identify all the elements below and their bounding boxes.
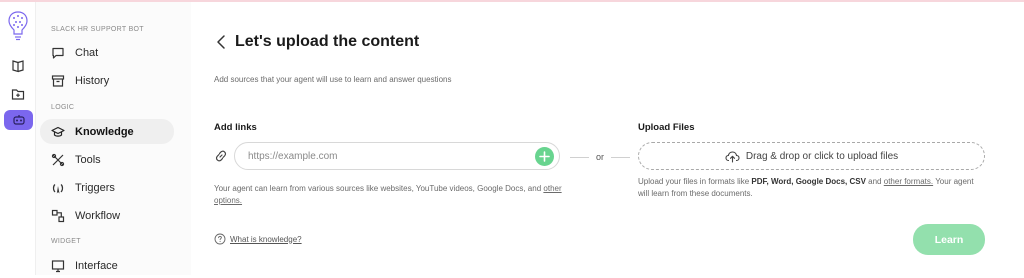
sidebar-item-label: Tools — [75, 153, 101, 166]
chat-icon — [50, 45, 66, 61]
main-content: Let's upload the content Add sources tha… — [191, 2, 1024, 275]
or-divider: or — [570, 151, 631, 163]
bot-icon[interactable] — [4, 110, 33, 130]
page-subtitle: Add sources that your agent will use to … — [214, 75, 452, 84]
sidebar-item-knowledge[interactable]: Knowledge — [40, 119, 174, 144]
sidebar-item-history[interactable]: History — [40, 68, 174, 93]
sidebar-item-label: Workflow — [75, 209, 121, 222]
section-label-bot: SLACK HR SUPPORT BOT — [51, 26, 144, 33]
link-icon — [215, 150, 227, 162]
logo-icon — [8, 11, 28, 41]
files-help-prefix: Upload your files in formats like — [638, 177, 750, 186]
drop-zone-label: Drag & drop or click to upload files — [745, 150, 899, 162]
add-links-heading: Add links — [214, 122, 257, 133]
sidebar-item-triggers[interactable]: Triggers — [40, 175, 174, 200]
question-circle-icon — [214, 233, 226, 245]
sidebar-item-label: Triggers — [75, 181, 115, 194]
files-help-and: and — [868, 177, 882, 186]
archive-icon — [50, 73, 66, 89]
tools-icon — [50, 152, 66, 168]
page-title: Let's upload the content — [235, 33, 420, 50]
file-drop-zone[interactable]: Drag & drop or click to upload files — [638, 142, 985, 170]
cloud-upload-icon — [725, 150, 740, 163]
sidebar-item-label: Chat — [75, 46, 99, 59]
other-formats-link[interactable]: other formats. — [884, 177, 933, 186]
learn-button[interactable]: Learn — [913, 224, 985, 255]
plus-icon — [539, 151, 550, 162]
graduation-cap-icon — [50, 124, 66, 140]
sidebar-item-label: Knowledge — [75, 125, 134, 138]
book-icon[interactable] — [9, 57, 27, 75]
back-arrow-icon[interactable] — [215, 34, 229, 50]
divider-line — [570, 156, 589, 158]
what-is-knowledge-link[interactable]: What is knowledge? — [214, 233, 302, 245]
files-help-text: Upload your files in formats like PDF, W… — [638, 176, 983, 200]
sidebar-item-interface[interactable]: Interface — [40, 253, 174, 278]
links-help-text: Your agent can learn from various source… — [214, 183, 574, 207]
sidebar-item-chat[interactable]: Chat — [40, 40, 174, 65]
files-formats: PDF, Word, Google Docs, CSV — [751, 177, 866, 186]
folder-plus-icon[interactable] — [9, 85, 27, 103]
sidebar-item-label: History — [75, 74, 110, 87]
workflow-icon — [50, 208, 66, 224]
sidebar-item-label: Interface — [75, 259, 118, 272]
sidebar-item-workflow[interactable]: Workflow — [40, 203, 174, 228]
upload-files-heading: Upload Files — [638, 122, 695, 133]
section-label-logic: LOGIC — [51, 104, 75, 111]
trigger-icon — [50, 180, 66, 196]
or-label: or — [596, 152, 605, 162]
icon-rail — [0, 2, 36, 275]
monitor-icon — [50, 258, 66, 274]
url-field — [234, 142, 560, 170]
add-link-button[interactable] — [535, 147, 554, 166]
links-help-body: Your agent can learn from various source… — [214, 184, 542, 193]
section-label-widget: WIDGET — [51, 238, 81, 245]
divider-line — [611, 156, 631, 158]
sidebar: SLACK HR SUPPORT BOT Chat History LOGIC … — [36, 2, 191, 275]
sidebar-item-tools[interactable]: Tools — [40, 147, 174, 172]
url-input[interactable] — [248, 149, 518, 164]
what-is-knowledge-label: What is knowledge? — [230, 234, 302, 244]
